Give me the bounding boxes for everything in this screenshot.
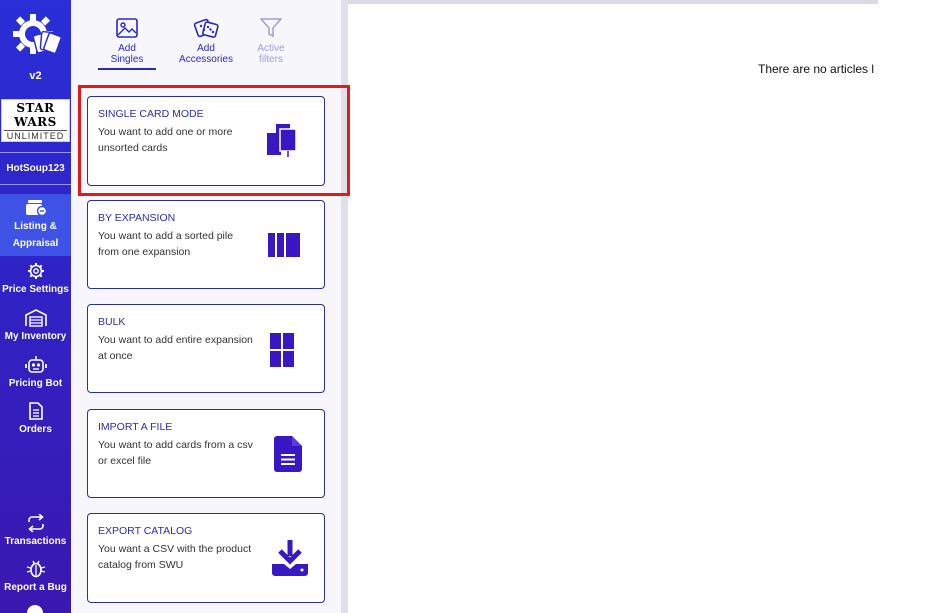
sidebar-item-price-settings[interactable]: Price Settings	[0, 262, 71, 298]
tab-bar: Add Singles Add Accessories Active filte…	[71, 0, 341, 80]
filter-icon	[260, 18, 282, 38]
gear-icon	[27, 263, 44, 279]
mode-title: IMPORT A FILE	[98, 421, 173, 433]
tab-label: Add	[118, 43, 136, 54]
download-icon	[272, 540, 308, 576]
mode-description: You want a CSV with the product catalog …	[98, 543, 252, 571]
import-file-mode-button[interactable]: IMPORT A FILE You want to add cards from…	[87, 409, 325, 498]
tab-label: Add	[197, 43, 215, 54]
selection-highlight	[78, 85, 350, 196]
sidebar-item-label-2: Appraisal	[12, 238, 59, 249]
export-catalog-mode-button[interactable]: EXPORT CATALOG You want a CSV with the p…	[87, 513, 325, 603]
gear-cards-logo-icon	[12, 14, 61, 55]
tab-label: Active	[257, 43, 285, 54]
sidebar-item-label: Orders	[19, 424, 52, 435]
sidebar: v2 STAR WARS UNLIMITED HotSoup123 Listin…	[0, 0, 71, 613]
tab-label-2: filters	[259, 54, 283, 65]
image-icon	[116, 18, 138, 38]
grid-icon	[270, 333, 294, 367]
bug-icon	[26, 560, 45, 578]
user-name[interactable]: HotSoup123	[0, 152, 71, 185]
sidebar-item-report-bug[interactable]: Report a Bug	[0, 560, 71, 596]
file-icon	[274, 436, 302, 472]
tab-active-filters[interactable]: Active filters	[248, 18, 294, 65]
sidebar-item-label: Transactions	[4, 536, 67, 547]
columns-icon	[268, 233, 300, 257]
sidebar-item-pricing-bot[interactable]: Pricing Bot	[0, 356, 71, 392]
game-selector[interactable]: STAR WARS UNLIMITED	[1, 99, 70, 142]
sidebar-item-label: My Inventory	[4, 331, 67, 342]
tab-add-singles[interactable]: Add Singles	[98, 18, 156, 70]
sidebar-item-label: Pricing Bot	[8, 378, 63, 389]
more-icon[interactable]	[27, 605, 43, 613]
transfer-icon	[27, 514, 44, 532]
game-title-line2: WARS	[14, 115, 57, 129]
dice-icon	[193, 18, 219, 38]
bulk-mode-button[interactable]: BULK You want to add entire expansion at…	[87, 304, 325, 393]
robot-icon	[24, 356, 47, 373]
content-top-divider	[348, 0, 878, 4]
tab-label-2: Accessories	[179, 54, 233, 65]
mode-title: BULK	[98, 316, 126, 328]
empty-state-message: There are no articles l	[758, 62, 875, 76]
sidebar-item-transactions[interactable]: Transactions	[0, 514, 71, 550]
sidebar-item-my-inventory[interactable]: My Inventory	[0, 309, 71, 345]
listing-icon	[25, 200, 47, 217]
mode-description: You want to add a sorted pile from one e…	[98, 230, 234, 258]
main-content	[348, 0, 952, 613]
game-title-line1: STAR	[16, 101, 55, 115]
sidebar-item-label: Report a Bug	[4, 582, 67, 593]
app-version: v2	[29, 70, 42, 82]
sidebar-item-orders[interactable]: Orders	[0, 402, 71, 438]
mode-title: BY EXPANSION	[98, 212, 176, 224]
mode-title: EXPORT CATALOG	[98, 525, 193, 537]
game-subtitle: UNLIMITED	[4, 130, 67, 141]
tab-label-2: Singles	[110, 54, 144, 65]
mode-description: You want to add cards from a csv or exce…	[98, 439, 253, 467]
document-icon	[28, 402, 43, 420]
app-root: v2 STAR WARS UNLIMITED HotSoup123 Listin…	[0, 0, 952, 613]
sidebar-item-label: Price Settings	[2, 284, 69, 295]
sidebar-item-listing[interactable]: Listing & Appraisal	[0, 194, 71, 256]
by-expansion-mode-button[interactable]: BY EXPANSION You want to add a sorted pi…	[87, 200, 325, 289]
tab-add-accessories[interactable]: Add Accessories	[174, 18, 238, 65]
warehouse-icon	[24, 309, 47, 327]
sidebar-item-label: Listing &	[14, 221, 57, 232]
mode-description: You want to add entire expansion at once	[98, 334, 253, 362]
